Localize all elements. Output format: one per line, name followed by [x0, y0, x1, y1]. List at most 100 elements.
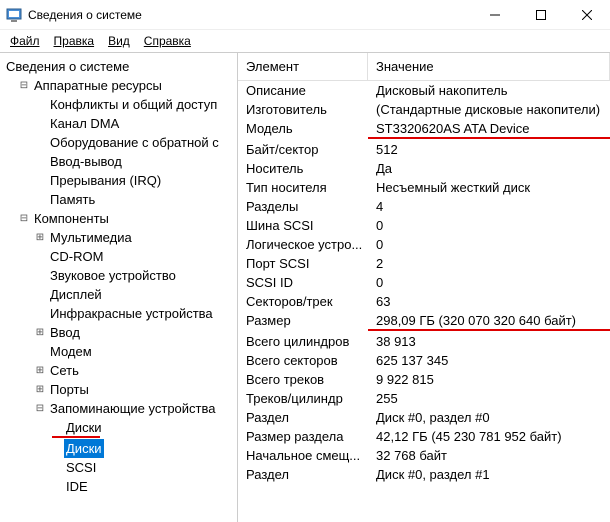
tree-ports[interactable]: ⊞Порты — [0, 380, 237, 399]
tree-cdrom[interactable]: ·CD-ROM — [0, 247, 237, 266]
tree-dma[interactable]: ·Канал DMA — [0, 114, 237, 133]
table-row[interactable]: ОписаниеДисковый накопитель — [238, 81, 610, 100]
cell-key: Всего цилиндров — [238, 333, 368, 350]
table-row[interactable]: Размер298,09 ГБ (320 070 320 640 байт) — [238, 311, 610, 332]
cell-key: Байт/сектор — [238, 141, 368, 158]
cell-value: 32 768 байт — [368, 447, 610, 464]
tree-memory[interactable]: ·Память — [0, 190, 237, 209]
cell-value: (Стандартные дисковые накопители) — [368, 101, 610, 118]
tree-scsi[interactable]: ·SCSI — [0, 458, 237, 477]
minimize-button[interactable] — [472, 0, 518, 30]
table-row[interactable]: Байт/сектор512 — [238, 140, 610, 159]
table-row[interactable]: РазделДиск #0, раздел #1 — [238, 465, 610, 484]
table-row[interactable]: Размер раздела42,12 ГБ (45 230 781 952 б… — [238, 427, 610, 446]
cell-key: Всего секторов — [238, 352, 368, 369]
table-header: Элемент Значение — [238, 53, 610, 81]
cell-value: Дисковый накопитель — [368, 82, 610, 99]
cell-value: 0 — [368, 217, 610, 234]
table-row[interactable]: Всего секторов625 137 345 — [238, 351, 610, 370]
cell-value: 625 137 345 — [368, 352, 610, 369]
cell-key: Изготовитель — [238, 101, 368, 118]
cell-value: 298,09 ГБ (320 070 320 640 байт) — [368, 312, 610, 331]
tree-pane: Сведения о системе ⊟Аппаратные ресурсы ·… — [0, 53, 238, 522]
menubar: Файл Правка Вид Справка — [0, 30, 610, 53]
cell-key: Порт SCSI — [238, 255, 368, 272]
cell-key: Размер — [238, 312, 368, 331]
table-row[interactable]: РазделДиск #0, раздел #0 — [238, 408, 610, 427]
tree-ide[interactable]: ·IDE — [0, 477, 237, 496]
tree-storage[interactable]: ⊟Запоминающие устройства — [0, 399, 237, 418]
cell-key: Начальное смещ... — [238, 447, 368, 464]
table-row[interactable]: Треков/цилиндр255 — [238, 389, 610, 408]
tree-conflicts[interactable]: ·Конфликты и общий доступ — [0, 95, 237, 114]
menu-help[interactable]: Справка — [144, 34, 191, 48]
column-value[interactable]: Значение — [368, 53, 610, 80]
maximize-button[interactable] — [518, 0, 564, 30]
tree-root[interactable]: Сведения о системе — [0, 57, 237, 76]
column-element[interactable]: Элемент — [238, 53, 368, 80]
table-row[interactable]: Логическое устро...0 — [238, 235, 610, 254]
cell-key: Описание — [238, 82, 368, 99]
tree-hardware-resources[interactable]: ⊟Аппаратные ресурсы — [0, 76, 237, 95]
cell-key: SCSI ID — [238, 274, 368, 291]
cell-key: Носитель — [238, 160, 368, 177]
cell-value: 63 — [368, 293, 610, 310]
collapse-icon[interactable]: ⊟ — [34, 403, 46, 415]
cell-key: Тип носителя — [238, 179, 368, 196]
cell-value: Несъемный жесткий диск — [368, 179, 610, 196]
cell-key: Шина SCSI — [238, 217, 368, 234]
tree-components[interactable]: ⊟Компоненты — [0, 209, 237, 228]
tree-modem[interactable]: ·Модем — [0, 342, 237, 361]
titlebar: Сведения о системе — [0, 0, 610, 30]
menu-view[interactable]: Вид — [108, 34, 130, 48]
collapse-icon[interactable]: ⊟ — [18, 213, 30, 225]
cell-key: Раздел — [238, 466, 368, 483]
tree-drives[interactable]: ·Диски — [0, 418, 237, 437]
tree-network[interactable]: ⊞Сеть — [0, 361, 237, 380]
tree-sound[interactable]: ·Звуковое устройство — [0, 266, 237, 285]
tree-display[interactable]: ·Дисплей — [0, 285, 237, 304]
cell-key: Размер раздела — [238, 428, 368, 445]
expand-icon[interactable]: ⊞ — [34, 365, 46, 377]
tree-irq[interactable]: ·Прерывания (IRQ) — [0, 171, 237, 190]
cell-value: Диск #0, раздел #1 — [368, 466, 610, 483]
table-row[interactable]: Всего цилиндров38 913 — [238, 332, 610, 351]
expand-icon[interactable]: ⊞ — [34, 327, 46, 339]
cell-value: 38 913 — [368, 333, 610, 350]
table-row[interactable]: Секторов/трек63 — [238, 292, 610, 311]
cell-key: Раздел — [238, 409, 368, 426]
close-button[interactable] — [564, 0, 610, 30]
table-row[interactable]: МодельST3320620AS ATA Device — [238, 119, 610, 140]
table-row[interactable]: Начальное смещ...32 768 байт — [238, 446, 610, 465]
table-row[interactable]: Разделы4 — [238, 197, 610, 216]
cell-value: 4 — [368, 198, 610, 215]
cell-value: Диск #0, раздел #0 — [368, 409, 610, 426]
tree-infrared[interactable]: ·Инфракрасные устройства — [0, 304, 237, 323]
expand-icon[interactable]: ⊞ — [34, 384, 46, 396]
cell-value: ST3320620AS ATA Device — [368, 120, 610, 139]
menu-file[interactable]: Файл — [10, 34, 40, 48]
details-pane: Элемент Значение ОписаниеДисковый накопи… — [238, 53, 610, 522]
expand-icon[interactable]: ⊞ — [34, 232, 46, 244]
tree-io[interactable]: ·Ввод-вывод — [0, 152, 237, 171]
tree-multimedia[interactable]: ⊞Мультимедиа — [0, 228, 237, 247]
app-icon — [6, 7, 22, 23]
table-body: ОписаниеДисковый накопительИзготовитель(… — [238, 81, 610, 484]
tree-input[interactable]: ⊞Ввод — [0, 323, 237, 342]
content-split: Сведения о системе ⊟Аппаратные ресурсы ·… — [0, 53, 610, 522]
table-row[interactable]: Изготовитель(Стандартные дисковые накопи… — [238, 100, 610, 119]
collapse-icon[interactable]: ⊟ — [18, 80, 30, 92]
cell-key: Разделы — [238, 198, 368, 215]
cell-value: Да — [368, 160, 610, 177]
table-row[interactable]: НосительДа — [238, 159, 610, 178]
table-row[interactable]: Тип носителяНесъемный жесткий диск — [238, 178, 610, 197]
tree-forced-hardware[interactable]: ·Оборудование с обратной с — [0, 133, 237, 152]
table-row[interactable]: Всего треков9 922 815 — [238, 370, 610, 389]
table-row[interactable]: SCSI ID0 — [238, 273, 610, 292]
table-row[interactable]: Порт SCSI2 — [238, 254, 610, 273]
menu-edit[interactable]: Правка — [54, 34, 95, 48]
cell-key: Треков/цилиндр — [238, 390, 368, 407]
cell-value: 255 — [368, 390, 610, 407]
table-row[interactable]: Шина SCSI0 — [238, 216, 610, 235]
tree-disks-selected[interactable]: ·Диски — [0, 439, 237, 458]
